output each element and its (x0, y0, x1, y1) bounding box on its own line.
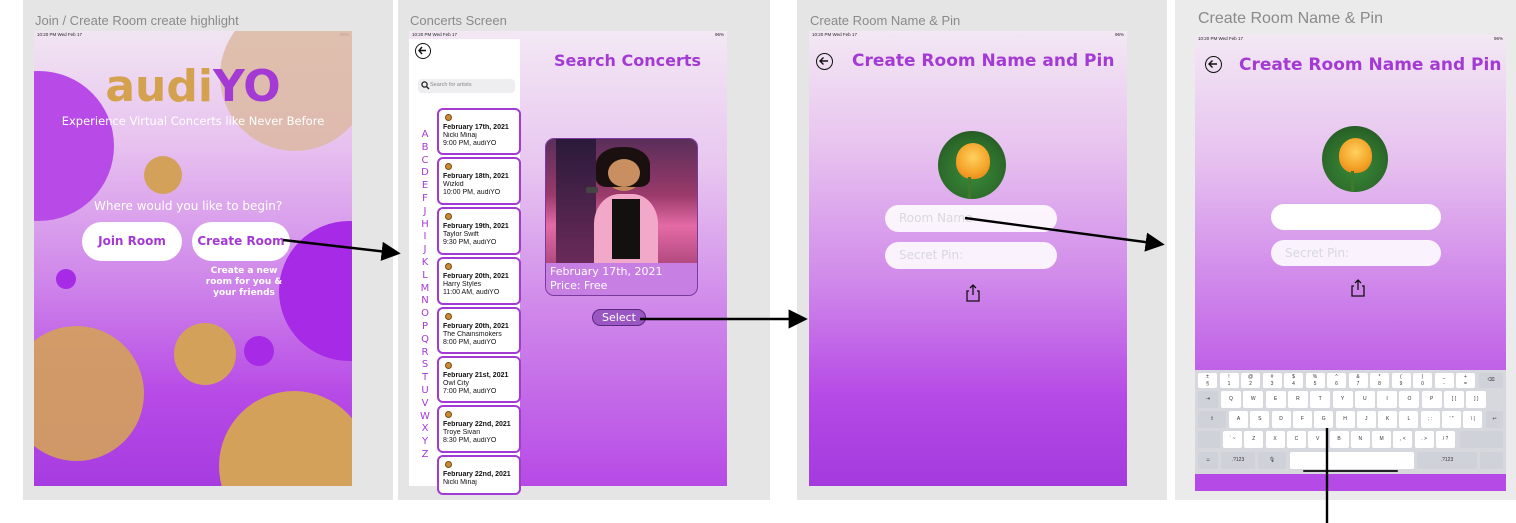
flow-arrows (282, 216, 1329, 523)
flow-arrow-room-name-to-keyboard (964, 216, 1165, 252)
storyboard-canvas: Join / Create Room create highlight 10:2… (0, 0, 1516, 523)
flow-arrow-create-to-concerts (282, 238, 401, 261)
